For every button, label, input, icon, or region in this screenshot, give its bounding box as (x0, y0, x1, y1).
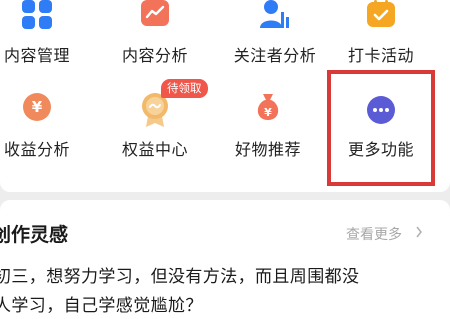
svg-text:¥: ¥ (264, 106, 272, 119)
tool-revenue-analysis[interactable]: ¥ 收益分析 (0, 92, 92, 172)
tool-label: 内容管理 (3, 46, 70, 65)
pending-claim-badge: 待领取 (161, 79, 208, 98)
inspiration-title: 创作灵感 (0, 224, 69, 246)
trend-chart-icon (141, 0, 169, 26)
user-chart-icon (260, 0, 289, 28)
tool-label: 打卡活动 (347, 46, 414, 65)
tools-card: 内容管理 内容分析 关注者分析 打卡活动 ¥ 收益分析 权益中心 ¥ 好物推荐 … (0, 0, 450, 192)
see-more-link[interactable]: 查看更多 (346, 224, 402, 244)
tool-label: 收益分析 (3, 140, 70, 159)
yen-coin-icon: ¥ (23, 93, 51, 121)
tool-good-recommendations[interactable]: ¥ 好物推荐 (213, 92, 323, 172)
tool-content-analysis[interactable]: 内容分析 (100, 0, 210, 80)
highlight-box (327, 70, 435, 186)
tool-checkin-activity[interactable]: 打卡活动 (326, 0, 436, 80)
money-bag-icon: ¥ (257, 94, 279, 120)
tool-label: 内容分析 (121, 46, 188, 65)
calendar-check-icon (367, 0, 395, 27)
inspiration-question-line1[interactable]: 初三，想努力学习，但没有方法，而且周围都没 (0, 262, 359, 287)
svg-text:¥: ¥ (32, 98, 43, 116)
inspiration-card: 创作灵感 查看更多 初三，想努力学习，但没有方法，而且周围都没 人学习，自己学感… (0, 200, 450, 319)
tool-content-management[interactable]: 内容管理 (0, 0, 92, 80)
tool-benefits-center[interactable]: 权益中心 (100, 92, 210, 172)
tool-follower-analysis[interactable]: 关注者分析 (220, 0, 330, 80)
grid-squares-icon (22, 0, 52, 29)
inspiration-question-line2[interactable]: 人学习，自己学感觉尴尬？ (0, 291, 203, 316)
tool-label: 好物推荐 (234, 140, 301, 159)
tool-label: 关注者分析 (233, 46, 317, 65)
chevron-right-icon[interactable] (415, 226, 423, 238)
tool-label: 权益中心 (121, 140, 188, 159)
